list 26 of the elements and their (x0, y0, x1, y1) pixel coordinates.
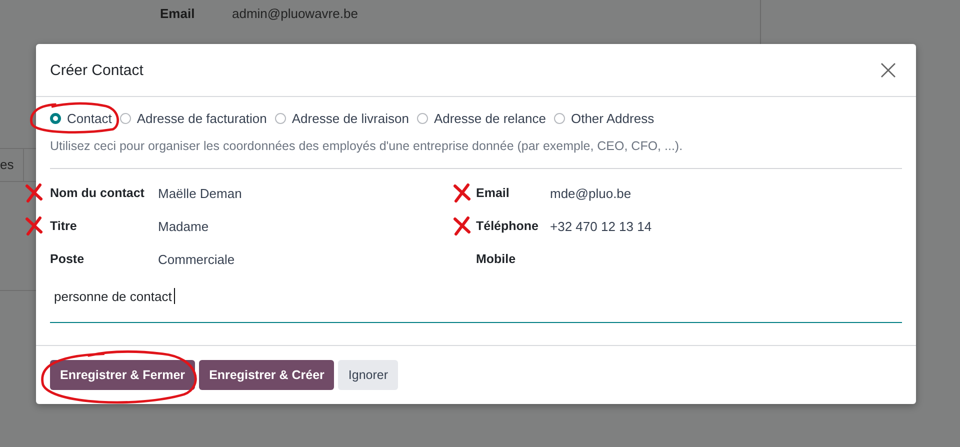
field-value[interactable]: Maëlle Deman (158, 186, 242, 201)
action-button[interactable]: Enregistrer & Créer (199, 360, 334, 390)
email-label: Email (160, 6, 195, 21)
field-value[interactable]: mde@pluo.be (550, 186, 632, 201)
notes-field[interactable]: personne de contact (50, 286, 902, 323)
radio-option[interactable]: Other Address (554, 111, 654, 126)
radio-option[interactable]: Adresse de facturation (120, 111, 267, 126)
field-label: Téléphone (476, 219, 540, 233)
field-label: Mobile (476, 252, 517, 266)
radio-option[interactable]: Contact (50, 111, 112, 126)
field-label: Email (476, 186, 510, 200)
field-label: Nom du contact (50, 186, 146, 200)
email-value: admin@pluowavre.be (232, 6, 358, 21)
field-value[interactable]: +32 470 12 13 14 (550, 219, 652, 234)
field-label: Poste (50, 252, 86, 266)
column-header: es (0, 157, 14, 172)
field-label: Titre (50, 219, 78, 233)
field-value[interactable]: Commerciale (158, 252, 235, 267)
dialog-title: Créer Contact (50, 62, 144, 78)
action-button[interactable]: Ignorer (338, 360, 398, 390)
field-value[interactable]: Madame (158, 219, 209, 234)
action-button[interactable]: Enregistrer & Fermer (50, 360, 196, 390)
radio-option[interactable]: Adresse de relance (416, 111, 546, 126)
radio-option[interactable]: Adresse de livraison (274, 111, 409, 126)
hint-text: Utilisez ceci pour organiser les coordonnées des employés d'une entreprise donnée (par exemple, CEO, CFO, ...). (50, 139, 684, 153)
close-button[interactable]: × (874, 56, 902, 84)
